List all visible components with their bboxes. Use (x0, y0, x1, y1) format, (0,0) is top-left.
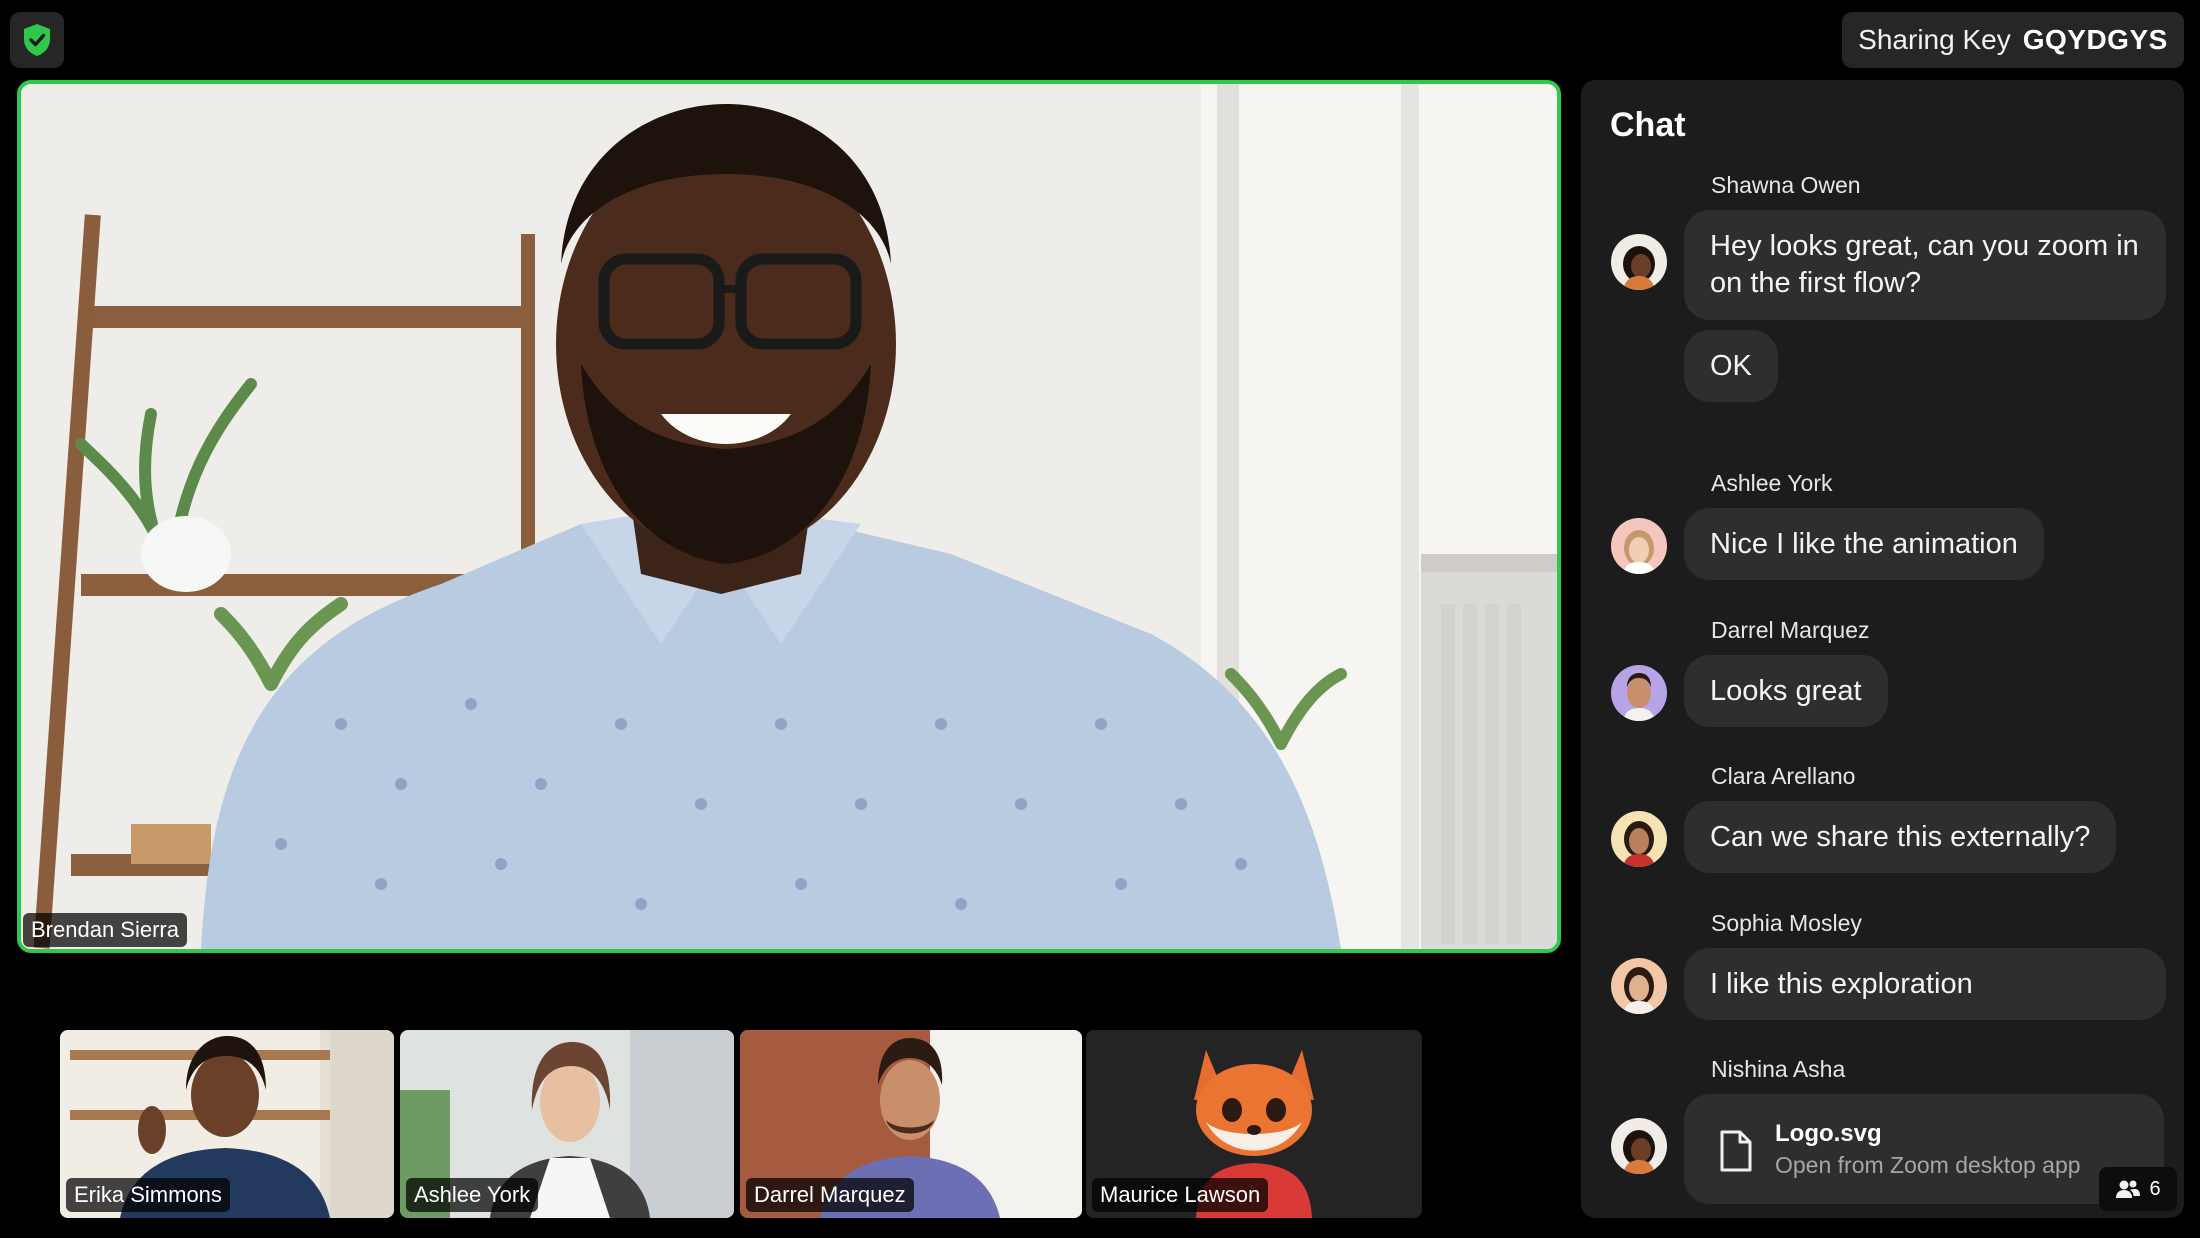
shield-check-icon (24, 24, 50, 56)
participant-thumb-erika[interactable]: Erika Simmons (60, 1030, 394, 1218)
chat-sender-name: Clara Arellano (1711, 763, 1856, 789)
chat-sender-name: Shawna Owen (1711, 172, 1861, 198)
participants-count: 6 (2149, 1177, 2161, 1200)
participant-name-tag: Darrel Marquez (746, 1178, 914, 1212)
chat-sender-name: Ashlee York (1711, 470, 1833, 496)
sharing-key-label: Sharing Key (1858, 24, 2011, 55)
chat-message-bubble[interactable]: Nice I like the animation (1684, 508, 2044, 580)
speaker-name-tag: Brendan Sierra (23, 913, 187, 947)
file-attachment[interactable]: Logo.svg Open from Zoom desktop app (1684, 1094, 2164, 1204)
chat-message-bubble[interactable]: Hey looks great, can you zoom in on the … (1684, 210, 2166, 320)
sharing-key-value[interactable]: GQYDGYS (2023, 24, 2168, 56)
avatar[interactable] (1611, 518, 1667, 574)
participant-name-tag: Erika Simmons (66, 1178, 230, 1212)
avatar[interactable] (1611, 665, 1667, 721)
chat-message-bubble[interactable]: I like this exploration (1684, 948, 2166, 1020)
participant-thumb-maurice[interactable]: Maurice Lawson (1086, 1030, 1422, 1218)
speaker-video-feed (21, 84, 1557, 949)
avatar[interactable] (1611, 811, 1667, 867)
people-icon (2116, 1180, 2141, 1198)
avatar[interactable] (1611, 958, 1667, 1014)
chat-message-bubble[interactable]: OK (1684, 330, 1778, 402)
file-subtitle: Open from Zoom desktop app (1775, 1152, 2081, 1178)
participant-name-tag: Ashlee York (406, 1178, 539, 1212)
avatar[interactable] (1611, 1118, 1667, 1174)
participants-button[interactable]: 6 (2099, 1167, 2177, 1211)
chat-sender-name: Nishina Asha (1711, 1056, 1846, 1082)
avatar[interactable] (1611, 234, 1667, 290)
participant-thumb-ashlee[interactable]: Ashlee York (400, 1030, 734, 1218)
chat-message-bubble[interactable]: Can we share this externally? (1684, 801, 2117, 873)
chat-sender-name: Sophia Mosley (1711, 910, 1862, 936)
participant-thumb-darrel[interactable]: Darrel Marquez (740, 1030, 1082, 1218)
chat-message-bubble[interactable]: Looks great (1684, 655, 1888, 727)
chat-sender-name: Darrel Marquez (1711, 617, 1870, 643)
chat-title: Chat (1610, 106, 1686, 144)
file-icon (1720, 1130, 1752, 1172)
participant-name-tag: Maurice Lawson (1092, 1178, 1269, 1212)
security-shield-button[interactable] (10, 12, 64, 68)
sharing-key-badge: Sharing Key GQYDGYS (1842, 12, 2184, 68)
file-name: Logo.svg (1775, 1120, 1882, 1147)
main-speaker-video[interactable]: Brendan Sierra (17, 80, 1561, 953)
participant-thumbnails: Erika Simmons Ashlee York Darrel Marquez (60, 1030, 1422, 1218)
chat-panel: Chat Shawna Owen Hey looks great, can yo… (1581, 80, 2184, 1218)
